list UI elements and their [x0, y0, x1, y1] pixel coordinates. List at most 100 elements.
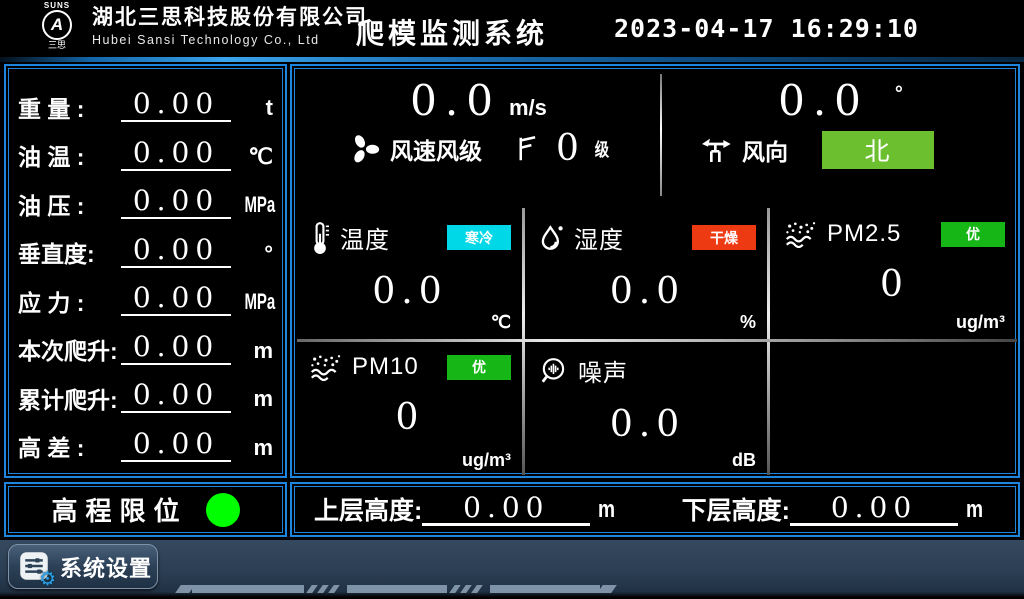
- env-unit: ug/m³: [462, 450, 511, 471]
- upper-height-unit: m: [598, 496, 615, 526]
- metric-value: 0.00: [121, 90, 231, 122]
- elevation-limit-label: 高程限位: [51, 491, 187, 528]
- env-label: PM2.5: [827, 220, 901, 248]
- env-label: 湿度: [574, 220, 624, 255]
- metric-unit: ℃: [231, 146, 273, 171]
- thermometer-icon: [309, 221, 331, 255]
- metric-row-verticality: 垂直度: 0.00 °: [18, 224, 273, 268]
- env-value: 0.0: [295, 271, 525, 312]
- wind-level-value: 0: [556, 131, 579, 167]
- env-cell-temperature: 温度 寒冷 0.0 ℃: [295, 206, 525, 339]
- logo-suns-text: SUNS: [26, 1, 88, 10]
- metric-unit: m: [231, 340, 273, 365]
- layer-heights-box: 上层高度: 0.00 m 下层高度: 0.00 m: [290, 482, 1020, 537]
- lower-height-value: 0.00: [790, 494, 958, 526]
- metric-row-stress: 应 力 : 0.00 MPa: [18, 272, 273, 316]
- env-unit: %: [740, 312, 756, 333]
- environment-grid: 温度 寒冷 0.0 ℃ 湿度 干燥: [295, 206, 1019, 477]
- wind-speed-value: 0.0: [410, 79, 501, 123]
- env-value: 0: [295, 397, 525, 438]
- upper-height-group: 上层高度: 0.00 m: [314, 494, 620, 526]
- env-value: 0: [770, 264, 1019, 305]
- upper-height-label: 上层高度:: [314, 498, 422, 526]
- metric-unit: m: [231, 437, 273, 462]
- metric-value: 0.00: [121, 381, 231, 413]
- taskbar-decorative-line: [178, 585, 614, 593]
- metric-value: 0.00: [121, 139, 231, 171]
- env-value: 0.0: [525, 271, 770, 312]
- status-badge-cold: 寒冷: [447, 225, 511, 250]
- wind-speed-label: 风速风级: [390, 132, 482, 166]
- metric-unit: MPa: [244, 194, 273, 219]
- metric-row-oil-temp: 油 温 : 0.00 ℃: [18, 127, 273, 171]
- metric-label: 垂直度:: [18, 242, 121, 267]
- taskbar: ⚙ 系统设置: [0, 540, 1024, 599]
- limit-status-indicator: [206, 493, 240, 527]
- metrics-panel: 重 量 : 0.00 t 油 温 : 0.00 ℃ 油 压 : 0.00 MPa…: [4, 64, 287, 478]
- env-unit: ℃: [491, 312, 511, 333]
- metric-value: 0.00: [121, 284, 231, 316]
- company-name-en: Hubei Sansi Technology Co., Ltd: [92, 31, 368, 49]
- wind-section-divider: [660, 74, 662, 196]
- status-badge-dry: 干燥: [692, 225, 756, 250]
- metric-row-weight: 重 量 : 0.00 t: [18, 78, 273, 122]
- metric-unit: MPa: [244, 291, 273, 316]
- page-title: 爬模监测系统: [356, 12, 548, 52]
- lower-height-label: 下层高度:: [682, 498, 790, 526]
- env-label: 噪声: [578, 353, 628, 388]
- climbing-formwork-monitor-screen: SUNS A 三思 湖北三思科技股份有限公司 Hubei Sansi Techn…: [0, 0, 1024, 599]
- wind-level-unit: 级: [595, 136, 609, 162]
- env-cell-noise: 噪声 0.0 dB: [525, 339, 770, 477]
- status-badge-good: 优: [447, 355, 511, 380]
- metric-unit: °: [231, 243, 273, 268]
- company-name-cn: 湖北三思科技股份有限公司: [92, 5, 368, 31]
- gear-icon: ⚙: [39, 570, 56, 589]
- metric-label: 应 力 :: [18, 291, 121, 316]
- metric-label: 油 压 :: [18, 194, 121, 219]
- wind-direction-badge: 北: [822, 131, 934, 169]
- metric-row-oil-pressure: 油 压 : 0.00 MPa: [18, 175, 273, 219]
- upper-height-value: 0.00: [422, 494, 590, 526]
- logo-circle-icon: A: [42, 10, 72, 40]
- env-value: 0.0: [525, 404, 770, 445]
- header: SUNS A 三思 湖北三思科技股份有限公司 Hubei Sansi Techn…: [0, 0, 1024, 57]
- env-cell-humidity: 湿度 干燥 0.0 %: [525, 206, 770, 339]
- metric-label: 重 量 :: [18, 97, 121, 122]
- wind-direction-unit: °: [895, 83, 903, 106]
- env-cell-pm25: PM2.5 优 0 ug/m³: [770, 206, 1019, 339]
- metric-label: 累计爬升:: [18, 388, 121, 413]
- metric-unit: m: [231, 388, 273, 413]
- noise-icon: [539, 356, 569, 386]
- metric-value: 0.00: [121, 236, 231, 268]
- dust-icon: [309, 353, 343, 381]
- env-unit: ug/m³: [956, 312, 1005, 333]
- environment-panel: 0.0 m/s 风速风级: [290, 64, 1020, 478]
- settings-button-label: 系统设置: [60, 551, 152, 583]
- wind-level-flag-icon: [512, 134, 542, 164]
- wind-speed-unit: m/s: [509, 95, 547, 121]
- metric-value: 0.00: [121, 187, 231, 219]
- company-logo: SUNS A 三思: [26, 1, 88, 50]
- fan-icon: [346, 131, 382, 167]
- metric-row-current-climb: 本次爬升: 0.00 m: [18, 321, 273, 365]
- metric-row-total-climb: 累计爬升: 0.00 m: [18, 369, 273, 413]
- sliders-gear-icon: ⚙: [19, 551, 51, 583]
- lower-height-group: 下层高度: 0.00 m: [682, 494, 988, 526]
- lower-height-unit: m: [966, 496, 983, 526]
- env-unit: dB: [732, 450, 756, 471]
- status-badge-good: 优: [941, 222, 1005, 247]
- header-divider: [0, 57, 1024, 62]
- env-cell-empty: [770, 339, 1019, 477]
- dust-icon: [784, 220, 818, 248]
- metric-row-height-diff: 高 差 : 0.00 m: [18, 418, 273, 462]
- env-cell-pm10: PM10 优 0 ug/m³: [295, 339, 525, 477]
- wind-direction-value: 0.0: [778, 79, 869, 123]
- system-settings-button[interactable]: ⚙ 系统设置: [8, 544, 158, 589]
- wind-direction-block: 0.0 ° 风向 北: [662, 69, 1019, 206]
- logo-sansi-text: 三思: [26, 40, 88, 50]
- wind-vane-icon: [698, 134, 734, 166]
- company-name-block: 湖北三思科技股份有限公司 Hubei Sansi Technology Co.,…: [92, 5, 368, 49]
- env-label: 温度: [340, 220, 390, 255]
- elevation-limit-box: 高程限位: [4, 482, 287, 537]
- wind-section: 0.0 m/s 风速风级: [295, 69, 1019, 206]
